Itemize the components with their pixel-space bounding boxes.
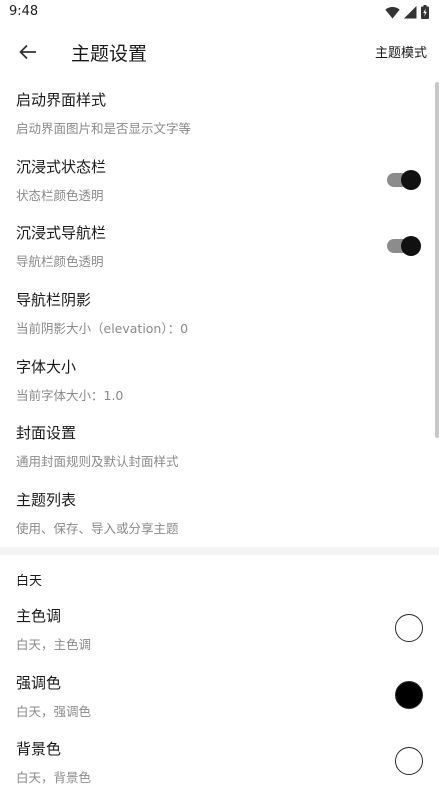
section-header-day: 白天: [16, 574, 43, 589]
setting-title: 导航栏阴影: [16, 291, 92, 310]
setting-subtitle: 当前阴影大小（elevation）：0: [16, 321, 189, 337]
setting-immersive-nav-bar[interactable]: 沉浸式导航栏 导航栏颜色透明: [0, 213, 439, 280]
app-bar: 主题设置 主题模式: [0, 24, 439, 80]
setting-subtitle: 使用、保存、导入或分享主题: [16, 521, 179, 537]
setting-title: 封面设置: [16, 424, 77, 443]
setting-subtitle: 状态栏颜色透明: [16, 187, 104, 203]
battery-icon: [421, 5, 429, 19]
status-icons: [385, 5, 429, 19]
setting-launch-screen-style[interactable]: 启动界面样式 启动界面图片和是否显示文字等: [0, 80, 439, 147]
setting-title: 启动界面样式: [16, 91, 107, 109]
status-bar: 9:48: [0, 0, 439, 24]
scrollbar[interactable]: [435, 82, 439, 438]
color-swatch[interactable]: [395, 614, 423, 642]
switch-thumb: [401, 169, 421, 190]
color-subtitle: 白天，主色调: [16, 637, 92, 652]
color-subtitle: 白天，强调色: [16, 703, 92, 719]
status-time: 9:48: [9, 4, 39, 19]
status-bar-switch[interactable]: [387, 169, 421, 190]
color-swatch[interactable]: [395, 747, 423, 776]
page-title: 主题设置: [71, 43, 148, 65]
signal-icon: [404, 5, 417, 18]
theme-mode-button[interactable]: 主题模式: [375, 42, 427, 61]
setting-subtitle: 通用封面规则及默认封面样式: [16, 454, 179, 470]
settings-list: 启动界面样式 启动界面图片和是否显示文字等 沉浸式状态栏 状态栏颜色透明 沉浸式…: [0, 80, 439, 547]
wifi-icon: [385, 6, 400, 18]
switch-thumb: [401, 236, 421, 257]
color-title: 主色调: [16, 607, 62, 625]
color-title: 背景色: [16, 740, 62, 759]
section-divider: [0, 547, 439, 555]
color-item-background[interactable]: 背景色 白天，背景色: [0, 729, 439, 796]
setting-subtitle: 启动界面图片和是否显示文字等: [16, 121, 192, 136]
color-item-accent[interactable]: 强调色 白天，强调色: [0, 663, 439, 730]
color-item-primary[interactable]: 主色调 白天，主色调: [0, 596, 439, 663]
setting-title: 沉浸式状态栏: [16, 157, 107, 176]
color-swatch[interactable]: [395, 680, 423, 709]
color-subtitle: 白天，背景色: [16, 770, 92, 786]
back-button[interactable]: [10, 34, 46, 70]
setting-nav-bar-shadow[interactable]: 导航栏阴影 当前阴影大小（elevation）：0: [0, 280, 439, 347]
setting-theme-list[interactable]: 主题列表 使用、保存、导入或分享主题: [0, 480, 439, 547]
setting-title: 沉浸式导航栏: [16, 224, 107, 243]
setting-immersive-status-bar[interactable]: 沉浸式状态栏 状态栏颜色透明: [0, 147, 439, 214]
setting-subtitle: 导航栏颜色透明: [16, 254, 104, 270]
setting-cover[interactable]: 封面设置 通用封面规则及默认封面样式: [0, 413, 439, 480]
setting-subtitle: 当前字体大小：1.0: [16, 387, 124, 403]
arrow-left-icon: [19, 44, 36, 60]
day-color-list: 主色调 白天，主色调 强调色 白天，强调色 背景色 白天，背景色: [0, 596, 439, 796]
setting-title: 字体大小: [16, 357, 77, 376]
color-title: 强调色: [16, 673, 62, 692]
nav-bar-switch[interactable]: [387, 236, 421, 257]
setting-title: 主题列表: [16, 491, 77, 510]
setting-font-size[interactable]: 字体大小 当前字体大小：1.0: [0, 347, 439, 414]
